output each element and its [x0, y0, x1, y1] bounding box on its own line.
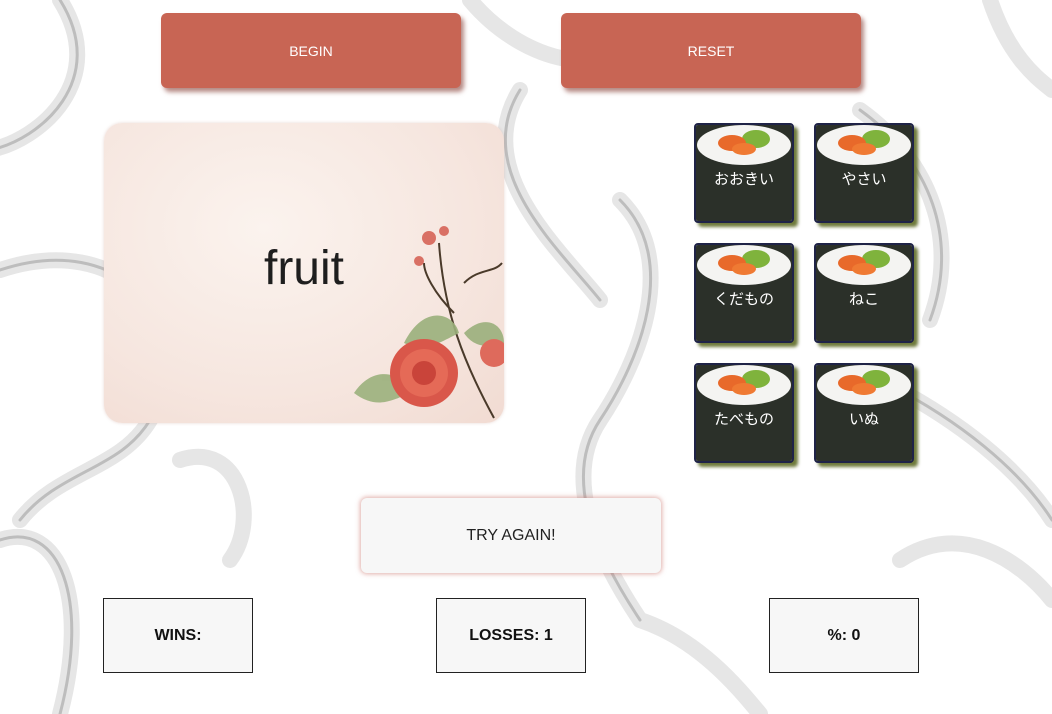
percent-counter: %: 0: [769, 598, 919, 673]
choice-tile[interactable]: いぬ: [814, 363, 914, 463]
wins-counter: WINS:: [103, 598, 253, 673]
choice-label: いぬ: [848, 410, 879, 428]
choice-label: ねこ: [848, 290, 879, 308]
feedback-message: TRY AGAIN!: [361, 498, 661, 573]
reset-button[interactable]: RESET: [561, 13, 861, 88]
losses-counter: LOSSES: 1: [436, 598, 586, 673]
choice-tile[interactable]: やさい: [814, 123, 914, 223]
begin-button[interactable]: BEGIN: [161, 13, 461, 88]
choice-tile[interactable]: ねこ: [814, 243, 914, 343]
choice-label: くだもの: [713, 290, 774, 308]
flashcard: fruit: [104, 123, 504, 423]
choice-tile[interactable]: おおきい: [694, 123, 794, 223]
choice-tile[interactable]: たべもの: [694, 363, 794, 463]
choice-label: たべもの: [713, 410, 774, 428]
choice-label: やさい: [841, 170, 887, 188]
choice-label: おおきい: [713, 170, 774, 188]
choice-tile[interactable]: くだもの: [694, 243, 794, 343]
rose-flower-icon: [354, 226, 504, 419]
